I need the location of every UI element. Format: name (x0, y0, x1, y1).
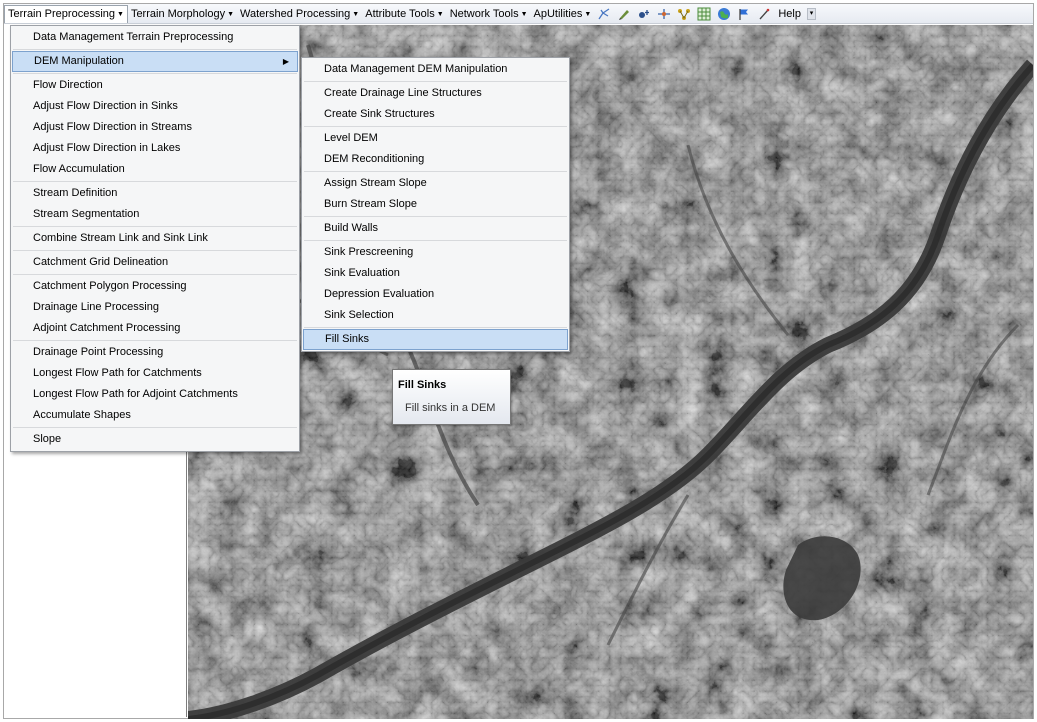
menu-item-flow-direction[interactable]: Flow Direction (11, 75, 299, 96)
arc-hydro-toolbar: Terrain Preprocessing ▼ Terrain Morpholog… (4, 4, 1033, 24)
submenu-item-dem-reconditioning[interactable]: DEM Reconditioning (302, 149, 569, 170)
stream-tool-icon[interactable] (597, 7, 611, 21)
submenu-item-assign-stream-slope[interactable]: Assign Stream Slope (302, 173, 569, 194)
terrain-morphology-menu[interactable]: Terrain Morphology ▼ (128, 5, 237, 23)
network-icon[interactable] (677, 7, 691, 21)
terrain-preprocessing-menu[interactable]: Terrain Preprocessing ▼ (4, 4, 128, 23)
dropdown-arrow-icon: ▼ (584, 10, 592, 18)
menu-item-stream-segmentation[interactable]: Stream Segmentation (11, 204, 299, 225)
submenu-item-fill-sinks[interactable]: Fill Sinks (303, 329, 568, 350)
dropdown-arrow-icon: ▼ (352, 10, 360, 18)
flag-icon[interactable] (737, 7, 751, 21)
edit-line-icon[interactable] (757, 7, 771, 21)
dropdown-arrow-icon: ▼ (520, 10, 528, 18)
submenu-item-build-walls[interactable]: Build Walls (302, 218, 569, 239)
menu-item-catchment-grid-delineation[interactable]: Catchment Grid Delineation (11, 252, 299, 273)
pencil-tool-icon[interactable] (617, 7, 631, 21)
watershed-processing-menu[interactable]: Watershed Processing ▼ (237, 5, 362, 23)
menu-separator (13, 73, 297, 74)
menu-separator (13, 49, 297, 50)
menu-label: Terrain Preprocessing (8, 7, 115, 20)
menu-label: Network Tools (449, 7, 519, 20)
menu-separator (13, 427, 297, 428)
attribute-tools-menu[interactable]: Attribute Tools ▼ (362, 5, 446, 23)
menu-item-slope[interactable]: Slope (11, 429, 299, 450)
aputilities-menu[interactable]: ApUtilities ▼ (531, 5, 595, 23)
menu-separator (13, 250, 297, 251)
menu-separator (304, 327, 567, 328)
menu-separator (304, 126, 567, 127)
menu-separator (13, 226, 297, 227)
menu-separator (304, 240, 567, 241)
menu-separator (304, 81, 567, 82)
submenu-item-create-drainage-line-structures[interactable]: Create Drainage Line Structures (302, 83, 569, 104)
menu-label: Terrain Morphology (130, 7, 226, 20)
menu-item-adjoint-catchment-processing[interactable]: Adjoint Catchment Processing (11, 318, 299, 339)
tooltip-title: Fill Sinks (398, 379, 447, 391)
help-menu[interactable]: Help (774, 5, 805, 23)
globe-icon[interactable] (717, 7, 731, 21)
menu-separator (304, 216, 567, 217)
submenu-item-level-dem[interactable]: Level DEM (302, 128, 569, 149)
network-tools-menu[interactable]: Network Tools ▼ (447, 5, 531, 23)
submenu-arrow-icon: ▶ (282, 57, 289, 66)
menu-item-data-management-terrain-preprocessing[interactable]: Data Management Terrain Preprocessing (11, 27, 299, 48)
menu-item-adjust-flow-direction-in-sinks[interactable]: Adjust Flow Direction in Sinks (11, 96, 299, 117)
menu-separator (304, 171, 567, 172)
menu-item-longest-flow-path-for-adjoint-catchments[interactable]: Longest Flow Path for Adjoint Catchments (11, 384, 299, 405)
submenu-item-burn-stream-slope[interactable]: Burn Stream Slope (302, 194, 569, 215)
menu-item-longest-flow-path-for-catchments[interactable]: Longest Flow Path for Catchments (11, 363, 299, 384)
menu-item-drainage-point-processing[interactable]: Drainage Point Processing (11, 342, 299, 363)
menu-item-catchment-polygon-processing[interactable]: Catchment Polygon Processing (11, 276, 299, 297)
menu-item-adjust-flow-direction-in-lakes[interactable]: Adjust Flow Direction in Lakes (11, 138, 299, 159)
menu-separator (13, 340, 297, 341)
terrain-preprocessing-dropdown: Data Management Terrain Preprocessing DE… (10, 25, 300, 452)
tooltip-description: Fill sinks in a DEM (405, 402, 496, 414)
menu-item-adjust-flow-direction-in-streams[interactable]: Adjust Flow Direction in Streams (11, 117, 299, 138)
menu-label: ApUtilities (533, 7, 583, 20)
menu-label: Watershed Processing (240, 7, 351, 20)
submenu-item-sink-evaluation[interactable]: Sink Evaluation (302, 263, 569, 284)
menu-item-label: DEM Manipulation (34, 55, 124, 67)
menu-separator (13, 181, 297, 182)
point-add-icon[interactable] (637, 7, 651, 21)
submenu-item-sink-prescreening[interactable]: Sink Prescreening (302, 242, 569, 263)
menu-item-dem-manipulation[interactable]: DEM Manipulation ▶ (12, 51, 298, 72)
dropdown-arrow-icon: ▼ (436, 10, 444, 18)
menu-item-accumulate-shapes[interactable]: Accumulate Shapes (11, 405, 299, 426)
submenu-item-depression-evaluation[interactable]: Depression Evaluation (302, 284, 569, 305)
menu-item-combine-stream-link-and-sink-link[interactable]: Combine Stream Link and Sink Link (11, 228, 299, 249)
menu-separator (13, 274, 297, 275)
fill-sinks-tooltip: Fill Sinks Fill sinks in a DEM (392, 369, 511, 425)
grid-icon[interactable] (697, 7, 711, 21)
submenu-item-sink-selection[interactable]: Sink Selection (302, 305, 569, 326)
toolbar-options-grip[interactable]: ▾ (806, 7, 816, 20)
dem-manipulation-submenu: Data Management DEM Manipulation Create … (301, 57, 570, 352)
menu-item-drainage-line-processing[interactable]: Drainage Line Processing (11, 297, 299, 318)
dropdown-arrow-icon: ▼ (227, 10, 235, 18)
dropdown-arrow-icon: ▼ (117, 10, 124, 18)
menu-item-flow-accumulation[interactable]: Flow Accumulation (11, 159, 299, 180)
flow-split-icon[interactable] (657, 7, 671, 21)
menu-label: Attribute Tools (365, 7, 435, 20)
submenu-item-data-management-dem-manipulation[interactable]: Data Management DEM Manipulation (302, 59, 569, 80)
submenu-item-create-sink-structures[interactable]: Create Sink Structures (302, 104, 569, 125)
menu-item-stream-definition[interactable]: Stream Definition (11, 183, 299, 204)
